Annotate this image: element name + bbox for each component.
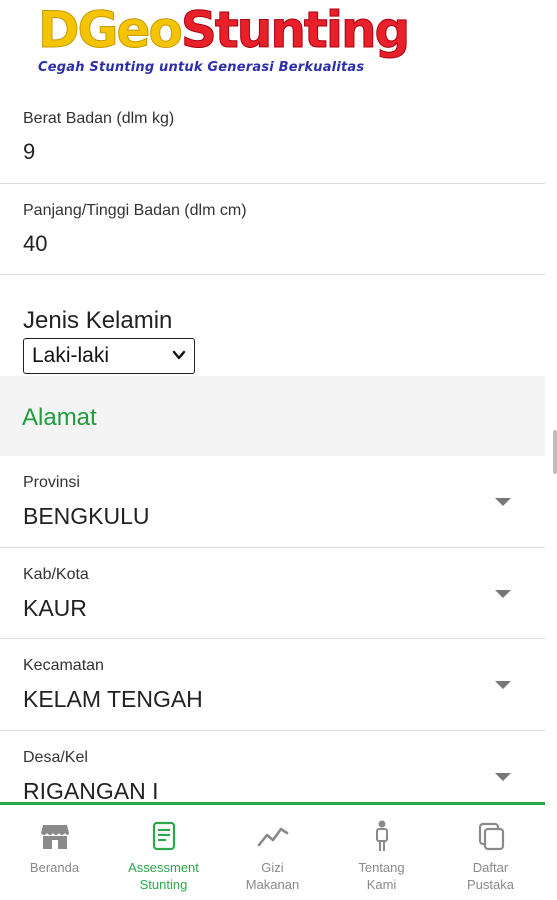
berat-badan-input[interactable]: 9 (23, 139, 35, 165)
nav-label-line1: Beranda (29, 860, 80, 875)
jenis-kelamin-selected: Laki-laki (32, 344, 110, 367)
dropdown-arrow-icon[interactable] (495, 773, 511, 781)
nav-item-tentang-kami[interactable]: Tentang Kami (327, 805, 436, 900)
berat-badan-field[interactable]: Berat Badan (dlm kg) 9 (0, 92, 545, 184)
nav-label-gizi: Gizi Makanan (218, 859, 327, 893)
nav-label-tentang: Tentang Kami (327, 859, 436, 893)
nav-label-line2: Pustaka (467, 877, 514, 892)
tinggi-badan-field[interactable]: Panjang/Tinggi Badan (dlm cm) 40 (0, 184, 545, 275)
nav-item-assessment-stunting[interactable]: Assessment Stunting (109, 805, 218, 900)
store-icon (40, 825, 69, 849)
nav-label-daftar: Daftar Pustaka (436, 859, 545, 893)
dropdown-arrow-icon[interactable] (495, 681, 511, 689)
trend-icon (257, 827, 288, 847)
jenis-kelamin-select[interactable]: Laki-laki (23, 338, 195, 374)
nav-label-line1: Gizi (261, 860, 284, 875)
desa-dropdown[interactable]: Desa/Kel RIGANGAN I (0, 731, 545, 806)
nav-item-beranda[interactable]: Beranda (0, 805, 109, 900)
logo-subtitle: Cegah Stunting untuk Generasi Berkualita… (38, 60, 365, 75)
nav-label-line1: Assessment (128, 860, 199, 875)
desa-label: Desa/Kel (23, 749, 88, 766)
dropdown-arrow-icon[interactable] (495, 498, 511, 506)
window-scrollbar[interactable] (553, 430, 557, 474)
nav-label-beranda: Beranda (0, 859, 109, 876)
kecamatan-value: KELAM TENGAH (23, 686, 203, 712)
logo-title-part1: DGeo (38, 1, 184, 59)
desa-value: RIGANGAN I (23, 778, 159, 804)
tinggi-badan-label: Panjang/Tinggi Badan (dlm cm) (23, 202, 247, 219)
copy-icon (478, 822, 504, 851)
logo-title: DGeoStunting (38, 1, 411, 59)
jenis-kelamin-label: Jenis Kelamin (23, 307, 173, 334)
nav-label-line1: Daftar (472, 860, 509, 875)
chevron-down-icon (172, 350, 186, 360)
berat-badan-label: Berat Badan (dlm kg) (23, 110, 175, 127)
alamat-section-title: Alamat (22, 404, 97, 431)
provinsi-value: BENGKULU (23, 503, 150, 529)
kabkota-label: Kab/Kota (23, 566, 89, 583)
jenis-kelamin-field: Jenis Kelamin Laki-laki (0, 275, 545, 376)
kabkota-dropdown[interactable]: Kab/Kota KAUR (0, 548, 545, 639)
kecamatan-label: Kecamatan (23, 657, 104, 674)
provinsi-dropdown[interactable]: Provinsi BENGKULU (0, 456, 545, 548)
provinsi-label: Provinsi (23, 474, 80, 491)
nav-label-line1: Tentang (358, 860, 405, 875)
app-screen: DGeoStunting Cegah Stunting untuk Genera… (0, 0, 545, 900)
app-logo: DGeoStunting Cegah Stunting untuk Genera… (38, 0, 411, 80)
logo-title-part2: Stunting (180, 1, 411, 59)
nav-label-assessment: Assessment Stunting (109, 859, 218, 893)
nav-item-daftar-pustaka[interactable]: Daftar Pustaka (436, 805, 545, 900)
tinggi-badan-input[interactable]: 40 (23, 231, 47, 257)
nav-item-gizi-makanan[interactable]: Gizi Makanan (218, 805, 327, 900)
nav-label-line2: Kami (366, 877, 397, 892)
app-header: DGeoStunting Cegah Stunting untuk Genera… (0, 0, 545, 92)
document-icon (152, 821, 175, 851)
nav-label-line2: Makanan (245, 877, 300, 892)
nav-label-line2: Stunting (139, 877, 188, 892)
person-icon (375, 820, 388, 851)
kabkota-value: KAUR (23, 595, 87, 621)
alamat-section-header: Alamat (0, 376, 545, 456)
dropdown-arrow-icon[interactable] (495, 590, 511, 598)
bottom-navigation: Beranda Assessment Stunting Gizi Makanan… (0, 802, 545, 900)
kecamatan-dropdown[interactable]: Kecamatan KELAM TENGAH (0, 639, 545, 731)
